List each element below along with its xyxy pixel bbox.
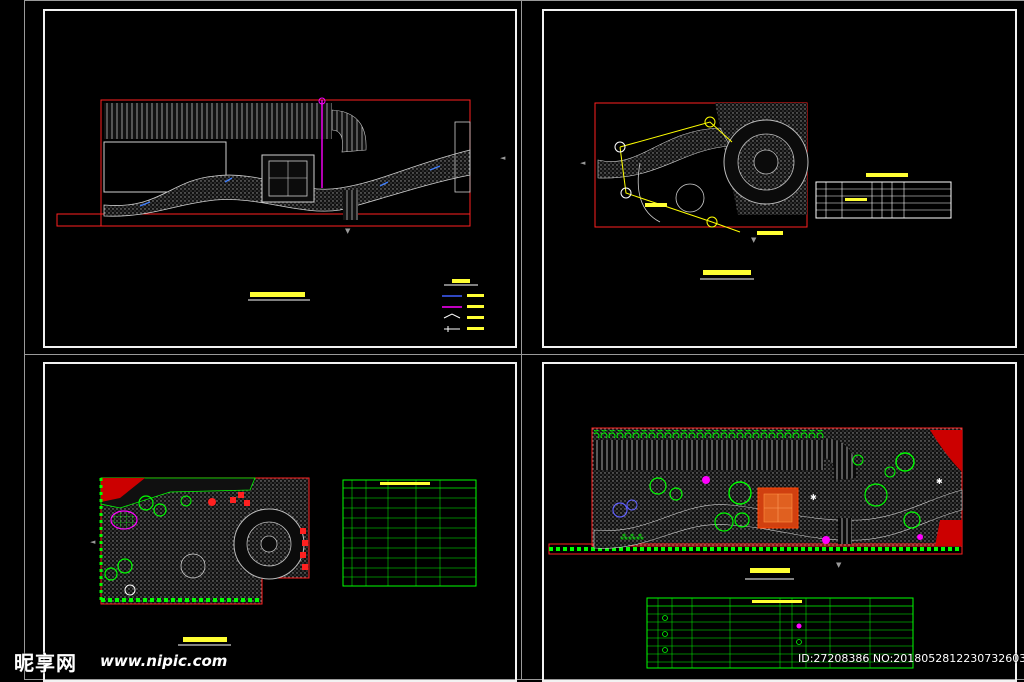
- cad-drawing: ◄ ▼ ◄ ▼ ◄ ⁂⁂⁂ ✱ ✱ ▼: [56, 97, 963, 669]
- cad-model-space[interactable]: ◄ ▼ ◄ ▼ ◄ ⁂⁂⁂ ✱ ✱ ▼ 昵享网 www.nipic.com ID…: [0, 0, 1024, 682]
- electrical-plan-drawing: ◄ ▼: [580, 102, 952, 280]
- planting-plan-b-drawing: ⁂⁂⁂ ✱ ✱ ▼: [548, 427, 963, 669]
- svg-text:◄: ◄: [580, 159, 586, 167]
- nipic-logo: 昵享网: [14, 651, 77, 675]
- water-plan-drawing: ◄ ▼: [56, 97, 506, 332]
- svg-text:✱: ✱: [810, 493, 817, 502]
- nipic-url[interactable]: www.nipic.com: [100, 652, 227, 670]
- image-id-label: ID:27208386 NO:20180528122307326033: [798, 652, 1024, 665]
- svg-text:▼: ▼: [751, 236, 757, 244]
- svg-text:▼: ▼: [836, 561, 842, 569]
- svg-text:▼: ▼: [345, 227, 351, 235]
- svg-text:◄: ◄: [90, 538, 96, 546]
- svg-text:✱: ✱: [936, 477, 943, 486]
- planting-plan-a-drawing: ◄: [90, 477, 477, 646]
- svg-text:⁂⁂⁂: ⁂⁂⁂: [620, 532, 644, 542]
- svg-text:◄: ◄: [500, 154, 506, 162]
